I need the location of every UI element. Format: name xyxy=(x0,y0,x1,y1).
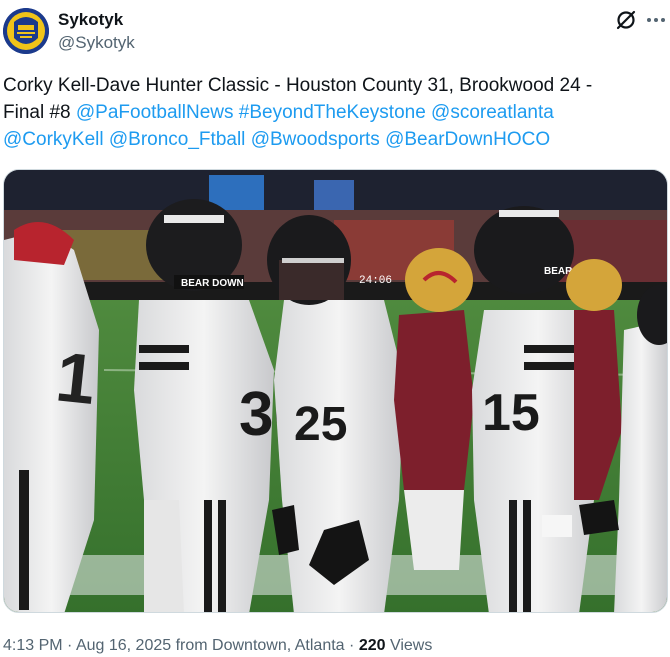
tweet-time[interactable]: 4:13 PM xyxy=(3,637,63,654)
mention-beardownhoco[interactable]: @BearDownHOCO xyxy=(385,129,550,150)
mention-scoreatlanta[interactable]: @scoreatlanta xyxy=(431,102,554,123)
scoreboard-clock: 24:06 xyxy=(359,275,392,287)
tweet-date[interactable]: Aug 16, 2025 xyxy=(76,637,171,654)
jersey-number-25: 25 xyxy=(294,398,347,451)
meta-separator-2: · xyxy=(349,637,355,654)
tweet: Sykotyk @Sykotyk Corky Kell-Dave Hunter … xyxy=(0,0,670,657)
mention-corkykell[interactable]: @CorkyKell xyxy=(3,129,104,150)
views-count: 220 xyxy=(358,637,386,654)
avatar[interactable] xyxy=(3,8,49,54)
tweet-photo[interactable]: 24:06 1 BEAR DOWN 30 25 BEAR 15 xyxy=(3,169,668,613)
tweet-text: Corky Kell-Dave Hunter Classic - Houston… xyxy=(3,72,663,153)
more-icon[interactable] xyxy=(645,10,667,30)
avatar-logo-icon xyxy=(3,8,49,54)
display-name[interactable]: Sykotyk xyxy=(58,10,123,30)
grok-icon[interactable] xyxy=(614,8,638,32)
handle[interactable]: @Sykotyk xyxy=(58,33,135,53)
tweet-text-line1: Corky Kell-Dave Hunter Classic - Houston… xyxy=(3,75,593,96)
hashtag-beyondthekeystone[interactable]: #BeyondTheKeystone xyxy=(239,102,426,123)
mention-bwoodsports[interactable]: @Bwoodsports xyxy=(251,129,380,150)
meta-separator: · xyxy=(67,637,73,654)
tweet-location[interactable]: Downtown, Atlanta xyxy=(212,637,345,654)
mention-bronco-ftball[interactable]: @Bronco_Ftball xyxy=(109,129,246,150)
tweet-meta: 4:13 PM · Aug 16, 2025 from Downtown, At… xyxy=(3,636,432,656)
views-label: Views xyxy=(389,637,433,654)
football-photo: 24:06 1 BEAR DOWN 30 25 BEAR 15 xyxy=(4,170,667,612)
mention-pafootballnews[interactable]: @PaFootballNews xyxy=(76,102,234,123)
from-label: from xyxy=(175,637,208,654)
jersey-number-15: 15 xyxy=(482,384,540,442)
svg-text:1: 1 xyxy=(52,337,99,419)
helmet-text-left: BEAR DOWN xyxy=(181,278,244,289)
tweet-text-prefix: Final #8 xyxy=(3,102,76,123)
